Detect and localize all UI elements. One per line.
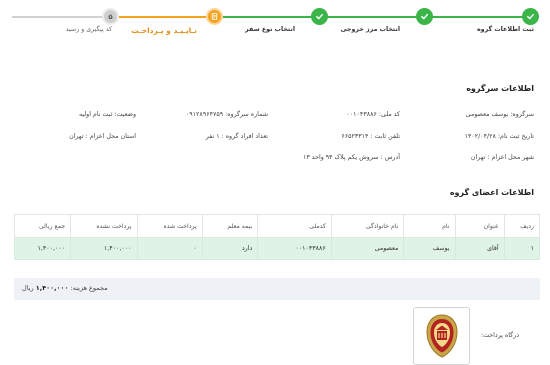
leader-group-count: تعداد افراد گروه : ۱ نفر — [205, 133, 268, 140]
step-1-check-icon — [522, 8, 539, 25]
table-row: ۱ آقای یوسف معصومی ۰۰۱۰۴۳۸۸۶ دارد ۰ ۱,۴۰… — [13, 237, 541, 260]
column-header-unpaid: پرداخت نشده — [70, 214, 138, 238]
cell-row-number: ۱ — [503, 237, 541, 260]
step-5-number: ۵ — [102, 8, 119, 25]
column-header-first-name: نام — [403, 214, 456, 238]
step-3-check-icon — [311, 8, 328, 25]
cell-teacher-insurance: دارد — [201, 237, 259, 260]
leader-address: آدرس : سروش یکم پلاک ۹۴ واحد ۱۳ — [303, 154, 400, 161]
leader-province: استان محل اعزام : تهران — [69, 133, 136, 140]
bank-melli-logo-icon — [425, 314, 458, 358]
column-header-national-code: کدملی — [257, 214, 332, 238]
cell-first-name: یوسف — [403, 237, 456, 260]
leader-city: شهر محل اعزام : تهران — [470, 154, 534, 161]
column-header-last-name: نام خانوادگی — [330, 214, 405, 238]
payment-gateway-label: درگاه پرداخت: — [480, 332, 519, 339]
cell-paid: ۰ — [136, 237, 203, 260]
table-header-row: ردیف عنوان نام نام خانوادگی کدملی بیمه م… — [13, 214, 541, 238]
step-2-label: انتخاب مرز خروجی — [340, 26, 400, 33]
step-3-label: انتخاب نوع سفر — [245, 26, 295, 33]
column-header-total: جمع ریالی — [13, 214, 72, 238]
stepper-line-current — [111, 16, 215, 18]
step-4-label: تـایـیـد و پـرداخـت — [131, 26, 197, 35]
leader-section-title: اطلاعات سرگروه — [466, 84, 534, 93]
cell-last-name: معصومی — [330, 237, 405, 260]
stepper-line-todo — [12, 16, 111, 18]
total-cost-amount: ۱,۴۰۰,۰۰۰ — [35, 284, 69, 292]
step-5-label: کد پیگیری و رسید — [65, 26, 112, 33]
column-header-row-number: ردیف — [503, 214, 541, 238]
leader-name: سرگروه: یوسف معصومی — [465, 111, 534, 118]
leader-national-code: کد ملی: ۰۰۱۰۴۳۸۸۶ — [346, 111, 400, 118]
total-cost: مجموع هزینه: ۱,۴۰۰,۰۰۰ ریال — [22, 284, 108, 292]
total-cost-currency: ریال — [22, 284, 34, 292]
leader-phone-number: شماره سرگروه: ۰۹۱۲۸۹۶۴۷۵۹ — [185, 111, 268, 118]
total-cost-label: مجموع هزینه: — [70, 284, 108, 292]
progress-stepper: ۵ ثبت اطلاعات گروه انتخاب مرز خروجی انتخ… — [0, 0, 550, 50]
step-4-receipt-icon — [206, 8, 223, 25]
column-header-paid: پرداخت شده — [136, 214, 203, 238]
column-header-teacher-insurance: بیمه معلم — [201, 214, 259, 238]
cell-national-code: ۰۰۱۰۴۳۸۸۶ — [257, 237, 332, 260]
members-table: ردیف عنوان نام نام خانوادگی کدملی بیمه م… — [13, 214, 541, 260]
leader-status: وضعیت: ثبت نام اولیه — [78, 111, 136, 118]
leader-landline: تلفن ثابت : ۶۶۵۲۳۳۱۴ — [341, 133, 400, 140]
cell-total: ۱,۴۰۰,۰۰۰ — [13, 237, 72, 260]
leader-register-date: تاریخ ثبت نام: ۱۴۰۲/۰۴/۲۸ — [464, 133, 534, 140]
column-header-title: عنوان — [454, 214, 505, 238]
members-section-title: اطلاعات اعضای گروه — [449, 188, 534, 197]
step-1-label: ثبت اطلاعات گروه — [476, 26, 534, 33]
cell-title: آقای — [454, 237, 505, 260]
step-2-check-icon — [416, 8, 433, 25]
payment-gateway-option[interactable] — [413, 307, 470, 365]
cell-unpaid: ۱,۴۰۰,۰۰۰ — [70, 237, 138, 260]
total-cost-bar: مجموع هزینه: ۱,۴۰۰,۰۰۰ ریال — [14, 278, 540, 300]
stepper-line-done — [215, 16, 531, 18]
